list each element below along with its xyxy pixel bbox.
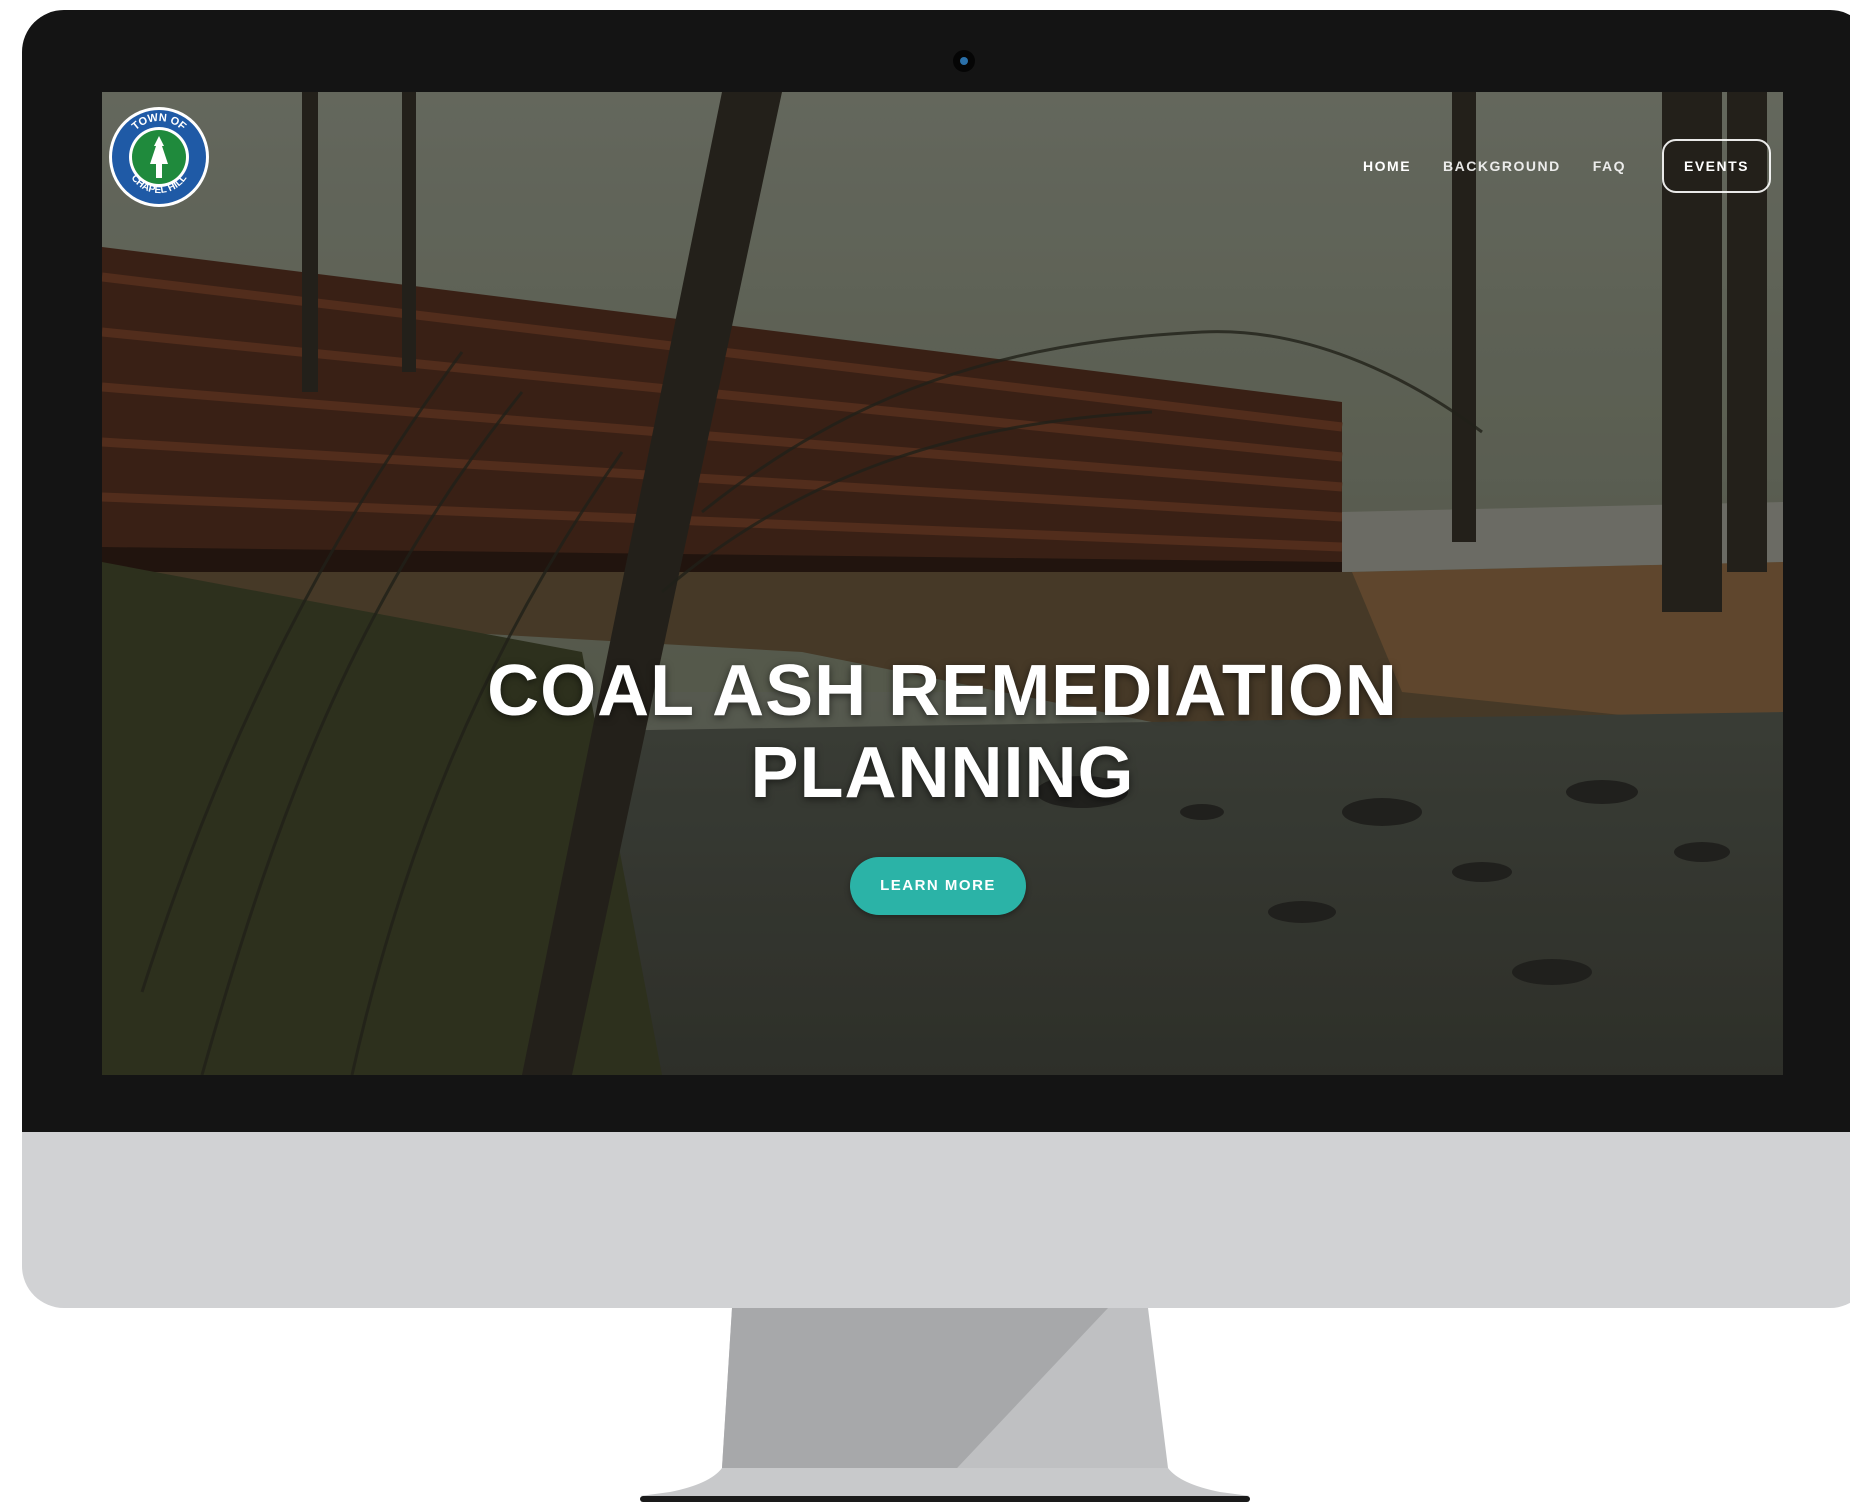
hero-title-line-2: PLANNING xyxy=(750,733,1135,813)
website-screen: TOWN OF CHAPEL HILL HOME BACKGROUND FAQ … xyxy=(102,92,1783,1075)
webcam-icon xyxy=(953,50,975,72)
events-button[interactable]: EVENTS xyxy=(1661,139,1771,193)
hero-title: COAL ASH REMEDIATION PLANNING xyxy=(102,650,1783,814)
main-nav: HOME BACKGROUND FAQ EVENTS xyxy=(1363,139,1771,193)
nav-background[interactable]: BACKGROUND xyxy=(1443,158,1561,174)
monitor-stand xyxy=(640,1308,1250,1502)
nav-home[interactable]: HOME xyxy=(1363,158,1411,174)
monitor-chin xyxy=(22,1132,1850,1308)
nav-faq[interactable]: FAQ xyxy=(1593,158,1626,174)
hero-background-image xyxy=(102,92,1783,1075)
learn-more-button[interactable]: LEARN MORE xyxy=(850,857,1026,915)
hero-title-line-1: COAL ASH REMEDIATION xyxy=(487,651,1398,731)
town-seal-logo[interactable]: TOWN OF CHAPEL HILL xyxy=(106,94,212,224)
